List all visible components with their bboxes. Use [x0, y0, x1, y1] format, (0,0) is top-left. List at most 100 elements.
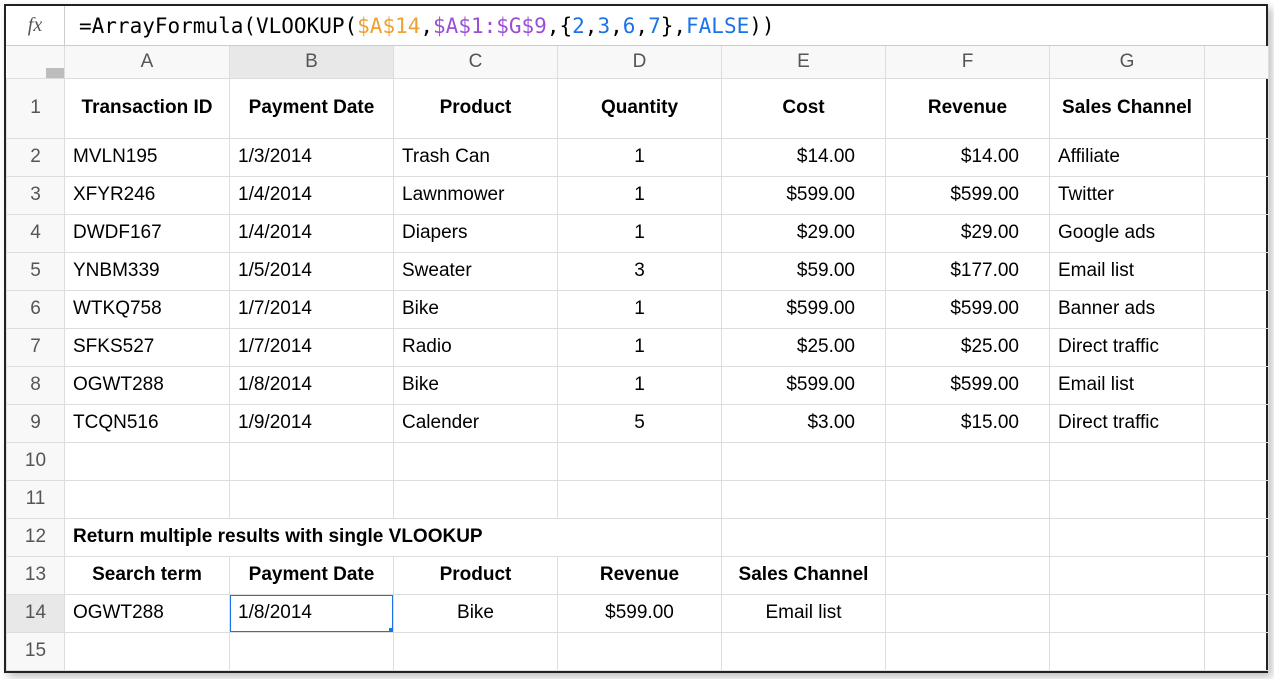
cell[interactable]	[722, 518, 886, 556]
cell[interactable]	[1205, 290, 1269, 328]
cell[interactable]: $29.00	[886, 214, 1050, 252]
cell[interactable]: 1	[558, 214, 722, 252]
row-header[interactable]: 6	[7, 290, 65, 328]
cell[interactable]: 1	[558, 328, 722, 366]
cell[interactable]: YNBM339	[65, 252, 230, 290]
col-header-E[interactable]: E	[722, 46, 886, 78]
cell[interactable]: Email list	[1050, 366, 1205, 404]
cell[interactable]: Revenue	[558, 556, 722, 594]
cell[interactable]: 1/4/2014	[230, 214, 394, 252]
cell[interactable]	[1205, 556, 1269, 594]
cell[interactable]: 1/8/2014	[230, 366, 394, 404]
cell[interactable]: $14.00	[886, 138, 1050, 176]
cell[interactable]	[886, 518, 1050, 556]
cell[interactable]: Bike	[394, 594, 558, 632]
cell[interactable]: $599.00	[722, 176, 886, 214]
cell[interactable]	[1205, 176, 1269, 214]
row-header[interactable]: 2	[7, 138, 65, 176]
cell[interactable]: Email list	[722, 594, 886, 632]
row-header[interactable]: 10	[7, 442, 65, 480]
cell[interactable]	[65, 480, 230, 518]
row-header[interactable]: 14	[7, 594, 65, 632]
cell[interactable]	[1205, 594, 1269, 632]
cell[interactable]: $14.00	[722, 138, 886, 176]
cell[interactable]	[558, 442, 722, 480]
col-header-D[interactable]: D	[558, 46, 722, 78]
cell[interactable]	[1205, 404, 1269, 442]
cell[interactable]: Product	[394, 78, 558, 138]
cell[interactable]: 1	[558, 138, 722, 176]
cell[interactable]: $25.00	[722, 328, 886, 366]
cell[interactable]: Direct traffic	[1050, 328, 1205, 366]
col-header-B[interactable]: B	[230, 46, 394, 78]
cell[interactable]	[886, 594, 1050, 632]
cell[interactable]: Sales Channel	[722, 556, 886, 594]
cell[interactable]: $25.00	[886, 328, 1050, 366]
cell[interactable]	[65, 442, 230, 480]
cell[interactable]: Cost	[722, 78, 886, 138]
cell[interactable]	[558, 480, 722, 518]
cell[interactable]: Direct traffic	[1050, 404, 1205, 442]
cell[interactable]	[886, 480, 1050, 518]
cell[interactable]: Radio	[394, 328, 558, 366]
cell[interactable]: $29.00	[722, 214, 886, 252]
cell[interactable]	[1205, 214, 1269, 252]
cell[interactable]	[1050, 594, 1205, 632]
cell[interactable]: 3	[558, 252, 722, 290]
cell[interactable]	[1050, 480, 1205, 518]
cell[interactable]: Banner ads	[1050, 290, 1205, 328]
cell[interactable]: $599.00	[886, 176, 1050, 214]
cell[interactable]	[1205, 252, 1269, 290]
cell[interactable]: Product	[394, 556, 558, 594]
cell[interactable]	[394, 480, 558, 518]
cell[interactable]	[1205, 138, 1269, 176]
row-header[interactable]: 4	[7, 214, 65, 252]
cell[interactable]: $599.00	[722, 290, 886, 328]
cell[interactable]	[230, 632, 394, 670]
row-header[interactable]: 7	[7, 328, 65, 366]
cell[interactable]	[558, 632, 722, 670]
cell[interactable]: WTKQ758	[65, 290, 230, 328]
row-header[interactable]: 9	[7, 404, 65, 442]
cell[interactable]: Quantity	[558, 78, 722, 138]
row-header[interactable]: 15	[7, 632, 65, 670]
cell[interactable]: Transaction ID	[65, 78, 230, 138]
cell[interactable]	[886, 556, 1050, 594]
row-header[interactable]: 5	[7, 252, 65, 290]
cell[interactable]	[1050, 556, 1205, 594]
cell[interactable]: $3.00	[722, 404, 886, 442]
cell[interactable]	[1050, 518, 1205, 556]
cell[interactable]	[1205, 442, 1269, 480]
cell[interactable]: Email list	[1050, 252, 1205, 290]
cell[interactable]: 1/3/2014	[230, 138, 394, 176]
cell[interactable]: OGWT288	[65, 366, 230, 404]
cell[interactable]: Bike	[394, 366, 558, 404]
row-header[interactable]: 8	[7, 366, 65, 404]
cell[interactable]: Search term	[65, 556, 230, 594]
cell[interactable]: MVLN195	[65, 138, 230, 176]
cell[interactable]: TCQN516	[65, 404, 230, 442]
cell[interactable]	[230, 480, 394, 518]
section-title-cell[interactable]: Return multiple results with single VLOO…	[65, 518, 722, 556]
cell[interactable]: Sales Channel	[1050, 78, 1205, 138]
cell[interactable]: Payment Date	[230, 556, 394, 594]
cell[interactable]	[886, 442, 1050, 480]
cell[interactable]: $599.00	[886, 366, 1050, 404]
cell[interactable]: 1/7/2014	[230, 328, 394, 366]
cell[interactable]	[1205, 518, 1269, 556]
active-cell[interactable]: 1/8/2014	[230, 594, 394, 632]
cell[interactable]	[722, 480, 886, 518]
fx-icon[interactable]: fx	[6, 6, 65, 45]
row-header[interactable]: 1	[7, 78, 65, 138]
col-header-G[interactable]: G	[1050, 46, 1205, 78]
cell[interactable]	[1205, 632, 1269, 670]
cell[interactable]: 1/4/2014	[230, 176, 394, 214]
cell[interactable]: Payment Date	[230, 78, 394, 138]
cell[interactable]: Trash Can	[394, 138, 558, 176]
cell[interactable]: OGWT288	[65, 594, 230, 632]
cell[interactable]: Revenue	[886, 78, 1050, 138]
cell[interactable]	[65, 632, 230, 670]
row-header[interactable]: 3	[7, 176, 65, 214]
cell[interactable]	[230, 442, 394, 480]
spreadsheet-grid[interactable]: A B C D E F G 1 Transaction ID Payment D…	[6, 46, 1269, 671]
